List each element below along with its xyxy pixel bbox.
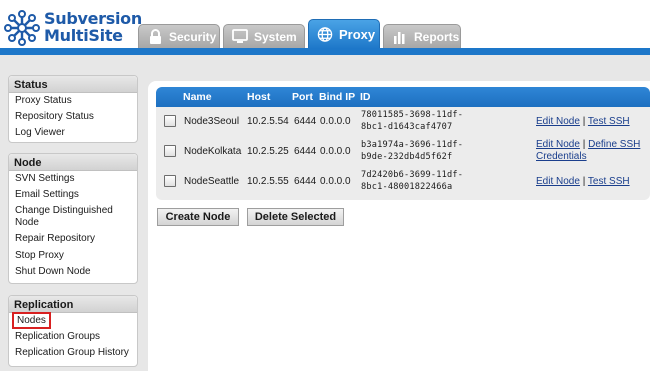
app-header: Subversion MultiSite Security System Pro… [0, 0, 650, 55]
table-row: Node3Seoul 10.2.5.54 6444 0.0.0.0 780115… [156, 107, 650, 137]
sidebar-section-title: Replication [9, 296, 137, 313]
sidebar-item-stop-proxy[interactable]: Stop Proxy [9, 248, 137, 264]
node-id: b3a1974a-3696-11df- b9de-232db4d5f62f [361, 139, 463, 163]
lock-icon [147, 29, 163, 45]
column-header-name[interactable]: Name [183, 91, 212, 103]
edit-node-link[interactable]: Edit Node [536, 139, 580, 150]
create-node-button[interactable]: Create Node [157, 208, 239, 226]
node-port: 6444 [294, 176, 317, 187]
sidebar-node-section: Node SVN Settings Email Settings Change … [8, 153, 138, 284]
row-checkbox[interactable] [164, 175, 176, 187]
node-id-line: 7d2420b6-3699-11df- [361, 170, 464, 180]
sidebar-section-title: Node [9, 154, 137, 171]
node-bind-ip: 0.0.0.0 [320, 116, 351, 127]
tab-label: Reports [414, 29, 460, 44]
tab-proxy[interactable]: Proxy [308, 19, 380, 49]
edit-node-link[interactable]: Edit Node [536, 176, 580, 187]
row-actions: Edit Node | Test SSH [536, 116, 630, 127]
action-separator: | [582, 176, 586, 187]
test-ssh-link[interactable]: Test SSH [588, 116, 630, 127]
node-id-line: 8bc1-d1643caf4707 [361, 122, 453, 132]
brand-name: Subversion MultiSite [44, 10, 142, 44]
define-ssh-credentials-link[interactable]: Define SSH [588, 139, 640, 150]
table-header-row: Name Host Port Bind IP ID [156, 87, 650, 107]
sidebar-item-svn-settings[interactable]: SVN Settings [9, 171, 137, 187]
sidebar-item-replication-group-history[interactable]: Replication Group History [9, 345, 137, 361]
sidebar-item-replication-groups[interactable]: Replication Groups [9, 329, 137, 345]
nodes-table: Name Host Port Bind IP ID Node3Seoul 10.… [156, 87, 650, 200]
node-id: 7d2420b6-3699-11df- 8bc1-48001822466a [361, 169, 463, 193]
column-header-id[interactable]: ID [360, 91, 371, 103]
define-ssh-credentials-link[interactable]: Credentials [536, 151, 587, 162]
column-header-host[interactable]: Host [247, 91, 270, 103]
tab-label: Proxy [339, 27, 376, 42]
node-host: 10.2.5.54 [247, 116, 289, 127]
column-header-port[interactable]: Port [292, 91, 313, 103]
monitor-icon [232, 29, 248, 45]
table-row: NodeSeattle 10.2.5.55 6444 0.0.0.0 7d242… [156, 167, 650, 197]
node-id: 78011585-3698-11df- 8bc1-d1643caf4707 [361, 109, 463, 133]
table-row: NodeKolkata 10.2.5.25 6444 0.0.0.0 b3a19… [156, 137, 650, 167]
network-nodes-logo-icon [4, 10, 40, 46]
tab-system[interactable]: System [223, 24, 305, 48]
node-id-line: b9de-232db4d5f62f [361, 152, 453, 162]
brand-line-2: MultiSite [44, 26, 123, 45]
node-host: 10.2.5.55 [247, 176, 289, 187]
sidebar-item-nodes[interactable]: Nodes [9, 312, 137, 329]
row-actions: Edit Node | Test SSH [536, 176, 630, 187]
tab-security[interactable]: Security [138, 24, 220, 48]
sidebar-item-email-settings[interactable]: Email Settings [9, 187, 137, 203]
node-bind-ip: 0.0.0.0 [320, 176, 351, 187]
delete-selected-button[interactable]: Delete Selected [247, 208, 344, 226]
tab-reports[interactable]: Reports [383, 24, 461, 48]
sidebar-item-label: Nodes [12, 312, 51, 329]
node-port: 6444 [294, 146, 317, 157]
bar-chart-icon [392, 29, 408, 45]
sidebar-item-shut-down-node[interactable]: Shut Down Node [9, 264, 137, 280]
tab-label: Security [169, 29, 217, 44]
globe-icon [317, 27, 333, 43]
node-name: NodeKolkata [184, 146, 242, 157]
node-host: 10.2.5.25 [247, 146, 289, 157]
brand-logo[interactable]: Subversion MultiSite [4, 4, 142, 50]
test-ssh-link[interactable]: Test SSH [588, 176, 630, 187]
edit-node-link[interactable]: Edit Node [536, 116, 580, 127]
column-header-bind-ip[interactable]: Bind IP [319, 91, 355, 103]
node-name: Node3Seoul [184, 116, 240, 127]
sidebar-item-change-distinguished-node[interactable]: Change Distinguished Node [9, 203, 137, 231]
node-name: NodeSeattle [184, 176, 240, 187]
node-id-line: 8bc1-48001822466a [361, 182, 453, 192]
sidebar-item-repository-status[interactable]: Repository Status [9, 109, 137, 125]
row-checkbox[interactable] [164, 145, 176, 157]
node-bind-ip: 0.0.0.0 [320, 146, 351, 157]
sidebar-item-log-viewer[interactable]: Log Viewer [9, 125, 137, 141]
sidebar-replication-section: Replication Nodes Replication Groups Rep… [8, 295, 138, 367]
sidebar-item-proxy-status[interactable]: Proxy Status [9, 93, 137, 109]
sidebar-item-repair-repository[interactable]: Repair Repository [9, 231, 137, 247]
brand-line-1: Subversion [44, 9, 142, 28]
action-separator: | [582, 116, 586, 127]
node-id-line: b3a1974a-3696-11df- [361, 140, 464, 150]
sidebar-status-section: Status Proxy Status Repository Status Lo… [8, 75, 138, 143]
node-port: 6444 [294, 116, 317, 127]
sidebar-section-title: Status [9, 76, 137, 93]
row-checkbox[interactable] [164, 115, 176, 127]
action-separator: | [582, 139, 586, 150]
tab-label: System [254, 29, 297, 44]
nav-bar [0, 48, 650, 55]
row-actions: Edit Node | Define SSH Credentials [536, 139, 640, 163]
node-id-line: 78011585-3698-11df- [361, 110, 464, 120]
